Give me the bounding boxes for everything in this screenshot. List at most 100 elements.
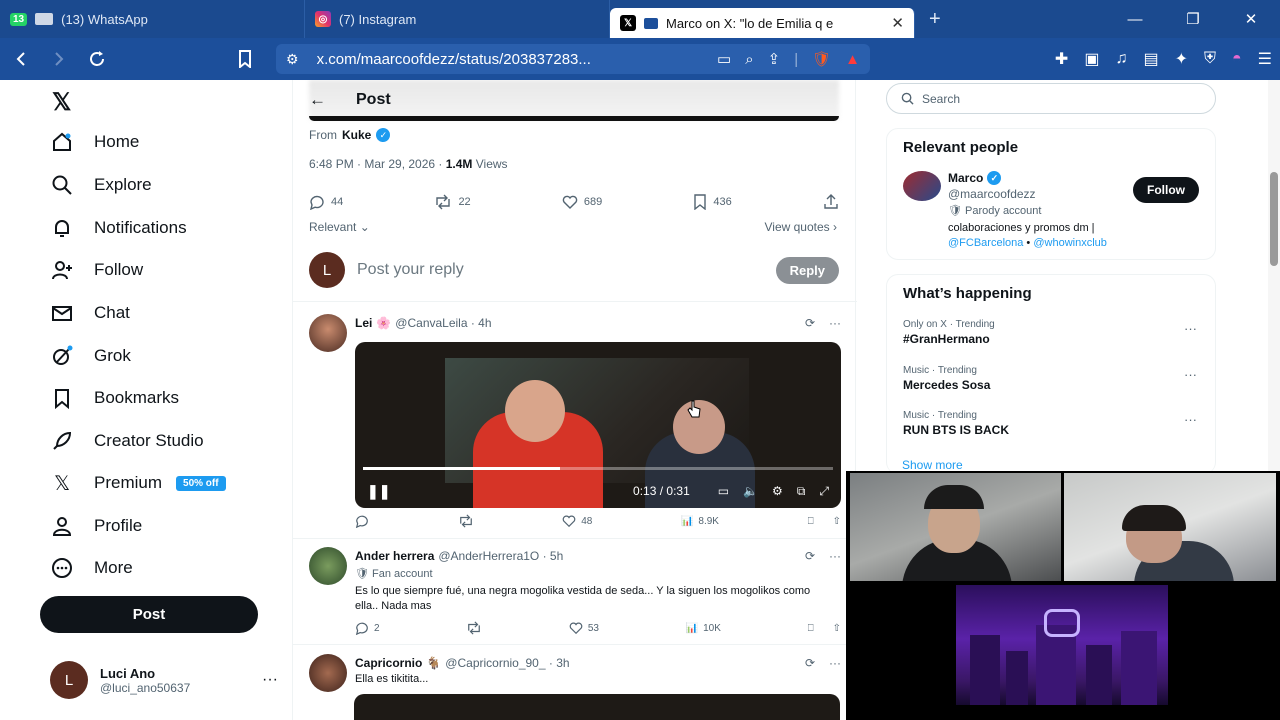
account-switcher[interactable]: L Luci Ano @luci_ano50637 ··· bbox=[50, 660, 278, 700]
volume-icon[interactable]: 🔈 bbox=[743, 484, 758, 498]
back-arrow-icon[interactable]: ← bbox=[309, 90, 326, 110]
avatar[interactable] bbox=[309, 654, 347, 692]
grok-icon[interactable]: ⟳ bbox=[805, 549, 815, 563]
avatar[interactable] bbox=[309, 314, 347, 352]
captions-icon[interactable]: ▭ bbox=[718, 484, 729, 498]
new-tab-icon[interactable]: + bbox=[929, 8, 941, 31]
author-name[interactable]: Ander herrera bbox=[355, 549, 434, 563]
trend-item[interactable]: Only on X · Trending #GranHermano ··· bbox=[903, 319, 1203, 346]
bio-link[interactable]: @whowinxclub bbox=[1033, 237, 1107, 249]
leo-icon[interactable]: ✦ bbox=[1175, 49, 1188, 69]
reply-action[interactable]: 2 bbox=[355, 621, 380, 635]
tab-whatsapp[interactable]: 13 (13) WhatsApp bbox=[0, 0, 305, 38]
reply-action[interactable]: 44 bbox=[309, 194, 343, 210]
close-window-icon[interactable]: ✕ bbox=[1222, 0, 1280, 38]
sidebar-item-home[interactable]: Home bbox=[50, 130, 139, 154]
extensions-icon[interactable]: ✚ bbox=[1055, 49, 1068, 69]
repost-action[interactable]: 22 bbox=[434, 194, 471, 210]
author-name[interactable]: Capricornio bbox=[355, 656, 422, 670]
views-action[interactable]: 📊 8.9K bbox=[681, 514, 719, 528]
bookmark-action[interactable]: 436 bbox=[693, 194, 732, 210]
install-app-icon[interactable]: ▭ bbox=[717, 50, 731, 68]
video-progress-bar[interactable] bbox=[363, 467, 833, 470]
pip-icon[interactable]: ⧉ bbox=[797, 484, 806, 499]
more-icon[interactable]: ··· bbox=[262, 671, 278, 689]
share-icon[interactable]: ⇧ bbox=[833, 516, 841, 527]
share-icon[interactable]: ⇪ bbox=[768, 50, 781, 68]
more-icon[interactable]: ··· bbox=[1184, 412, 1197, 427]
more-icon[interactable]: ··· bbox=[1184, 321, 1197, 336]
trend-item[interactable]: Music · Trending RUN BTS IS BACK ··· bbox=[903, 410, 1203, 437]
author-name[interactable]: Lei bbox=[355, 316, 372, 330]
grok-icon[interactable]: ⟳ bbox=[805, 656, 815, 670]
sort-replies[interactable]: Relevant ⌄ bbox=[309, 220, 370, 234]
more-icon[interactable]: ··· bbox=[829, 656, 841, 670]
more-icon[interactable]: ··· bbox=[829, 549, 841, 563]
show-more-link[interactable]: Show more bbox=[902, 458, 963, 472]
avatar[interactable] bbox=[309, 547, 347, 585]
back-icon[interactable] bbox=[2, 38, 40, 80]
sidebar-item-bookmarks[interactable]: Bookmarks bbox=[50, 386, 179, 410]
reload-icon[interactable] bbox=[78, 38, 116, 80]
close-icon[interactable]: ✕ bbox=[891, 14, 904, 32]
x-logo-icon[interactable]: 𝕏 bbox=[52, 88, 71, 117]
brave-rewards-icon[interactable]: ▲ bbox=[845, 51, 860, 68]
view-quotes-link[interactable]: View quotes › bbox=[765, 220, 838, 234]
brave-shields-icon[interactable]: 🛡 bbox=[812, 50, 831, 68]
music-icon[interactable]: ♫ bbox=[1115, 50, 1127, 68]
tweet-media-preview[interactable] bbox=[354, 694, 840, 720]
pause-icon[interactable]: ❚❚ bbox=[367, 483, 390, 500]
scrollbar-thumb[interactable] bbox=[1270, 172, 1278, 266]
repost-action[interactable] bbox=[466, 621, 482, 635]
from-name[interactable]: Kuke bbox=[342, 128, 371, 142]
sidebar-item-explore[interactable]: Explore bbox=[50, 173, 152, 197]
forward-icon[interactable] bbox=[40, 38, 78, 80]
reader-icon[interactable]: ▣ bbox=[1084, 49, 1099, 69]
reply-tweet[interactable]: Lei 🌸 @CanvaLeila · 4h ⟳ ··· ❚❚ 0:13 / 0:… bbox=[309, 314, 841, 534]
video-player[interactable]: ❚❚ 0:13 / 0:31 ▭ 🔈 ⚙ ⧉ ⤢ bbox=[355, 342, 841, 508]
menu-icon[interactable]: ☰ bbox=[1258, 49, 1272, 69]
minimize-icon[interactable]: — bbox=[1106, 0, 1164, 38]
reply-input[interactable]: Post your reply bbox=[357, 261, 776, 279]
sidebar-item-grok[interactable]: Grok bbox=[50, 344, 131, 368]
fullscreen-icon[interactable]: ⤢ bbox=[819, 484, 829, 499]
person-name-row[interactable]: Marco ✓ bbox=[948, 171, 1002, 185]
profile-avatar-icon[interactable]: ◓ bbox=[1232, 50, 1242, 68]
avatar[interactable] bbox=[903, 171, 941, 201]
tab-x-active[interactable]: 𝕏 Marco on X: "lo de Emilia q e ✕ bbox=[610, 8, 915, 38]
trend-item[interactable]: Music · Trending Mercedes Sosa ··· bbox=[903, 365, 1203, 392]
grok-icon[interactable]: ⟳ bbox=[805, 316, 815, 330]
site-settings-icon[interactable]: ⚙ bbox=[286, 51, 299, 68]
follow-button[interactable]: Follow bbox=[1133, 177, 1199, 203]
address-bar[interactable]: ⚙ x.com/maarcoofdezz/status/203837283...… bbox=[276, 44, 870, 74]
post-button[interactable]: Post bbox=[40, 596, 258, 633]
sidebar-item-notifications[interactable]: Notifications bbox=[50, 216, 187, 240]
reply-tweet[interactable]: Ander herrera @AnderHerrera1O · 5h ⟳ ··· … bbox=[309, 547, 841, 647]
views-action[interactable]: 📊 10K bbox=[686, 621, 721, 635]
bookmark-icon[interactable]: ⎕ bbox=[808, 516, 814, 527]
bookmark-icon[interactable]: ⎕ bbox=[808, 623, 814, 634]
more-icon[interactable]: ··· bbox=[829, 316, 841, 330]
reply-action[interactable] bbox=[355, 514, 369, 528]
more-icon[interactable]: ··· bbox=[1184, 367, 1197, 382]
sidebar-item-more[interactable]: More bbox=[50, 556, 133, 580]
restore-icon[interactable]: ❐ bbox=[1164, 0, 1222, 38]
bookmark-page-icon[interactable] bbox=[226, 38, 264, 80]
sidebar-item-chat[interactable]: Chat bbox=[50, 301, 130, 325]
sidebar-item-follow[interactable]: Follow bbox=[50, 258, 143, 282]
reply-button[interactable]: Reply bbox=[775, 256, 839, 284]
tab-instagram[interactable]: ◎ (7) Instagram bbox=[305, 0, 610, 38]
settings-icon[interactable]: ⚙ bbox=[772, 484, 783, 498]
sidebar-item-profile[interactable]: Profile bbox=[50, 514, 142, 538]
vpn-icon[interactable]: ⛨ bbox=[1204, 50, 1216, 68]
share-action[interactable] bbox=[823, 194, 839, 210]
like-action[interactable]: 53 bbox=[569, 621, 599, 635]
like-action[interactable]: 689 bbox=[562, 194, 602, 210]
sidebar-item-premium[interactable]: 𝕏 Premium 50% off bbox=[50, 471, 226, 495]
zoom-icon[interactable]: ⌕ bbox=[745, 51, 753, 68]
like-action[interactable]: 48 bbox=[562, 514, 592, 528]
search-input[interactable]: Search bbox=[886, 83, 1216, 114]
share-icon[interactable]: ⇧ bbox=[833, 623, 841, 634]
sidebar-item-creator-studio[interactable]: Creator Studio bbox=[50, 429, 204, 453]
bio-link[interactable]: @FCBarcelona bbox=[948, 237, 1023, 249]
